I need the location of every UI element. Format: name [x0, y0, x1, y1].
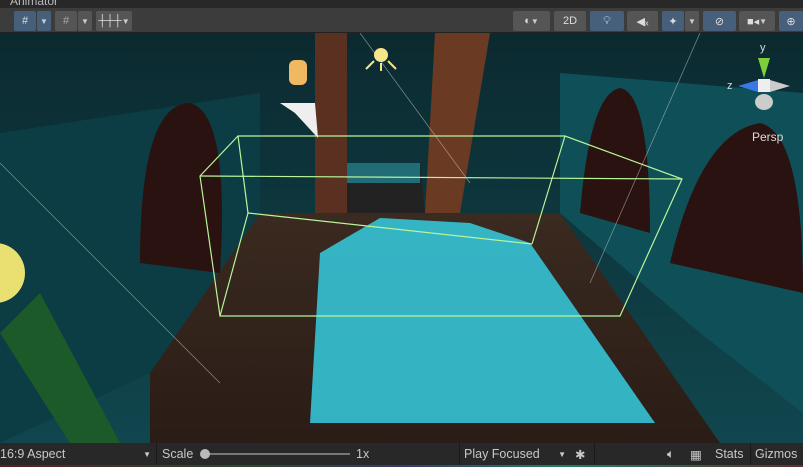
mode-2d-button[interactable]: 2D [554, 11, 586, 31]
bug-icon[interactable]: ✱ [575, 443, 585, 465]
gizmos-button[interactable]: Gizmos [755, 443, 797, 465]
speaker-icon[interactable]: 🔈︎ [667, 443, 675, 465]
aspect-label: 16:9 Aspect [0, 447, 66, 461]
hidden-eye-icon[interactable]: ⊘ [703, 11, 736, 31]
aspect-dropdown[interactable]: 16:9 Aspect ▼ [0, 443, 155, 465]
window-tab-bar: Animator [0, 0, 803, 8]
effects-dropdown[interactable]: ▼ [685, 11, 699, 31]
increment-snap-icon[interactable]: # [55, 11, 77, 31]
scene-render: y z Persp [0, 33, 803, 443]
projection-label[interactable]: Persp [752, 130, 784, 144]
play-mode-dropdown[interactable]: Play Focused ▼ [464, 443, 570, 465]
increment-snap-dropdown[interactable]: ▼ [78, 11, 92, 31]
effects-icon[interactable]: ✦ [662, 11, 684, 31]
grid-snap-icon[interactable]: # [14, 11, 36, 31]
animator-tab[interactable]: Animator [10, 0, 58, 8]
gizmo-globe-icon[interactable]: ⊕ [779, 11, 803, 31]
pillar [315, 33, 347, 213]
scale-slider[interactable] [200, 443, 350, 465]
audio-mute-icon[interactable]: ◀ₓ [627, 11, 658, 31]
play-mode-label: Play Focused [464, 447, 540, 461]
ruler-icon[interactable]: ┼┼┼ ▼ [96, 11, 132, 31]
grid-icon[interactable]: ▦ [690, 443, 702, 465]
y-axis-label: y [760, 42, 766, 54]
scale-label: Scale [162, 447, 194, 461]
scene-view[interactable]: y z Persp [0, 33, 803, 443]
sphere-shading-icon[interactable]: ◐ ▼ [513, 11, 550, 31]
z-axis-label: z [727, 80, 733, 92]
lightbulb-icon[interactable]: 💡︎ [590, 11, 624, 31]
scale-value: 1x [356, 447, 370, 461]
scene-toolbar: # ▼ # ▼ ┼┼┼ ▼ ◐ ▼ 2D 💡︎ ◀ₓ ✦ ▼ ⊘ ■◂ ▼ ⊕ [0, 8, 803, 33]
game-view-toolbar: 16:9 Aspect ▼ Scale 1x Play Focused ▼ ✱ 🔈︎… [0, 443, 803, 465]
grid-snap-dropdown[interactable]: ▼ [37, 11, 51, 31]
camera-icon[interactable]: ■◂ ▼ [739, 11, 775, 31]
stats-button[interactable]: Stats [715, 443, 744, 465]
